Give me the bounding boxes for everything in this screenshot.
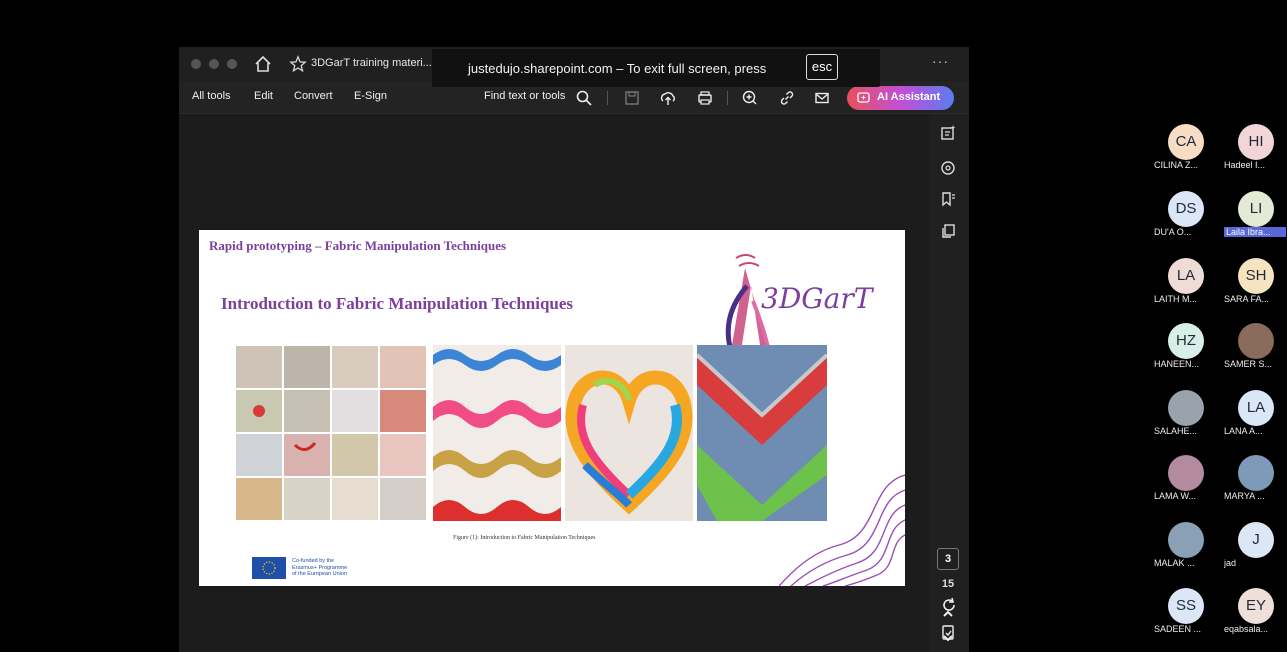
current-page-number[interactable]: 3 [937,548,959,570]
participant-tile[interactable]: SALAHE... [1154,390,1226,440]
participant-tile[interactable]: Jjad [1224,522,1287,572]
participant-tile[interactable]: MALAK ... [1154,522,1226,572]
participant-name: SADEEN ... [1154,624,1202,634]
participant-tile[interactable]: SAMER S... [1224,323,1287,373]
eu-cofunded-text: Co-funded by the Erasmus+ Programme of t… [292,558,348,577]
participant-photo-avatar [1168,455,1204,491]
pages-icon[interactable] [939,222,957,240]
maximize-window-button[interactable] [227,59,237,69]
figure-caption: Figure (1): Introduction to Fabric Manip… [453,535,596,541]
participant-name: CILINA Z... [1154,160,1199,170]
all-tools-menu[interactable]: All tools [192,90,231,102]
participant-name: LAMA W... [1154,491,1197,501]
participant-photo-avatar [1168,390,1204,426]
edit-menu[interactable]: Edit [254,90,273,102]
esc-key: esc [806,54,838,80]
mail-icon[interactable] [813,89,831,107]
total-pages: 15 [941,578,955,590]
participant-initials-avatar: LA [1168,258,1204,294]
participant-tile[interactable]: HZ HANEEN... [1154,323,1226,373]
participant-initials-avatar: HZ [1168,323,1204,359]
participant-name: LANA A... [1224,426,1263,436]
participant-initials-avatar: LI [1238,191,1274,227]
search-icon[interactable] [575,89,593,107]
participant-tile[interactable]: CA CILINA Z... [1154,124,1226,174]
participant-tile[interactable]: EY eqabsala... [1224,588,1287,638]
find-text-or-tools[interactable]: Find text or tools [484,90,565,102]
participant-initials-avatar: EY [1238,588,1274,624]
star-icon[interactable] [289,55,307,73]
participant-tile[interactable]: LA LAITH M... [1154,258,1226,308]
comment-icon[interactable] [939,159,957,177]
convert-menu[interactable]: Convert [294,90,333,102]
participant-tile[interactable]: HI Hadeel I... [1224,124,1287,174]
participant-name: MARYA ... [1224,491,1265,501]
participant-name: SARA FA... [1224,294,1270,304]
more-options-icon[interactable]: ··· [932,53,949,69]
slide-header: Rapid prototyping – Fabric Manipulation … [209,238,507,253]
pdf-page: Rapid prototyping – Fabric Manipulation … [199,230,905,586]
home-icon[interactable] [253,54,273,74]
eu-flag-logo [252,557,286,579]
bookmark-icon[interactable] [939,190,957,208]
generative-summary-icon[interactable] [939,124,957,142]
ai-assistant-button[interactable]: AI Assistant [847,86,954,110]
participant-name: eqabsala... [1224,624,1269,634]
cloud-upload-icon[interactable] [659,89,677,107]
toolbar-divider [727,91,728,105]
participant-tile[interactable]: LA LANA A... [1224,390,1287,440]
logo-text: 3DGarT [761,282,875,315]
ai-assistant-label: AI Assistant [877,91,941,103]
window-controls [191,59,237,69]
participant-initials-avatar: J [1238,522,1274,558]
participant-name: MALAK ... [1154,558,1195,568]
ai-sparkle-icon [857,92,870,103]
participant-tile[interactable]: SS SADEEN ... [1154,588,1226,638]
participant-tile[interactable]: LI Laila Ibra... [1224,191,1287,241]
save-icon[interactable] [623,89,641,107]
participant-name: LAITH M... [1154,294,1198,304]
participant-initials-avatar: LA [1238,390,1274,426]
pom-pom-heart-image [565,345,693,521]
participant-name: Laila Ibra... [1224,227,1286,237]
comment-add-icon[interactable] [741,89,759,107]
fullscreen-notice-text: justedujo.sharepoint.com – To exit full … [468,61,767,76]
ric-rac-trim-image [433,345,561,521]
participant-initials-avatar: HI [1238,124,1274,160]
participant-tile[interactable]: SH SARA FA... [1224,258,1287,308]
save-page-icon[interactable] [940,624,958,642]
participant-name: SALAHE... [1154,426,1198,436]
participant-name: HANEEN... [1154,359,1200,369]
participant-initials-avatar: SS [1168,588,1204,624]
participant-tile[interactable]: LAMA W... [1154,455,1226,505]
participant-initials-avatar: CA [1168,124,1204,160]
participant-initials-avatar: DS [1168,191,1204,227]
decorative-swirl [779,474,905,586]
refresh-icon[interactable] [940,596,958,614]
participant-photo-avatar [1238,323,1274,359]
participant-photo-avatar [1168,522,1204,558]
right-tool-rail: 3 15 [929,114,969,652]
fabric-samples-grid-image [235,345,427,521]
participant-name: SAMER S... [1224,359,1273,369]
participant-name: Hadeel I... [1224,160,1266,170]
esign-menu[interactable]: E-Sign [354,90,387,102]
close-window-button[interactable] [191,59,201,69]
fullscreen-notice: justedujo.sharepoint.com – To exit full … [432,49,880,87]
slide-title: Introduction to Fabric Manipulation Tech… [221,294,574,313]
participant-initials-avatar: SH [1238,258,1274,294]
participant-name: jad [1224,558,1237,568]
minimize-window-button[interactable] [209,59,219,69]
participant-tile[interactable]: DS DU'A O... [1154,191,1226,241]
toolbar-divider [607,91,608,105]
print-icon[interactable] [696,89,714,107]
participant-tile[interactable]: MARYA ... [1224,455,1287,505]
document-tab-title[interactable]: 3DGarT training materi... [311,57,432,69]
participant-photo-avatar [1238,455,1274,491]
link-icon[interactable] [778,89,796,107]
participant-name: DU'A O... [1154,227,1192,237]
